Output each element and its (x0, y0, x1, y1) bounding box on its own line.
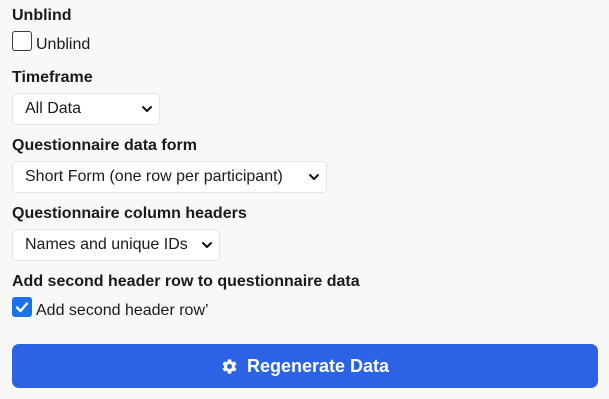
regenerate-data-button[interactable]: Regenerate Data (12, 344, 598, 388)
chevron-down-icon (142, 106, 152, 112)
unblind-checkbox[interactable] (12, 31, 32, 51)
second-header-heading: Add second header row to questionnaire d… (12, 273, 360, 290)
data-form-select[interactable]: Short Form (one row per participant) (12, 161, 327, 193)
second-header-checkbox[interactable] (12, 297, 32, 317)
timeframe-select[interactable]: All Data (12, 93, 160, 125)
checkmark-icon (15, 302, 29, 313)
second-header-checkbox-label[interactable]: Add second header row’ (36, 297, 209, 321)
column-headers-select-value: Names and unique IDs (25, 236, 188, 253)
second-header-option[interactable]: Add second header row’ (12, 297, 209, 321)
chevron-down-icon (309, 174, 319, 180)
data-form-heading: Questionnaire data form (12, 137, 197, 154)
column-headers-heading: Questionnaire column headers (12, 205, 247, 222)
unblind-option[interactable]: Unblind (12, 31, 90, 55)
chevron-down-icon (202, 242, 212, 248)
timeframe-select-value: All Data (25, 100, 82, 117)
data-form-select-value: Short Form (one row per participant) (25, 168, 283, 185)
unblind-heading: Unblind (12, 7, 72, 24)
timeframe-heading: Timeframe (12, 69, 93, 86)
column-headers-select[interactable]: Names and unique IDs (12, 229, 220, 261)
gear-icon (222, 358, 237, 374)
export-options-panel: Unblind Unblind Timeframe All Data Quest… (0, 0, 609, 399)
unblind-checkbox-label[interactable]: Unblind (36, 31, 90, 55)
regenerate-data-label: Regenerate Data (246, 355, 390, 376)
